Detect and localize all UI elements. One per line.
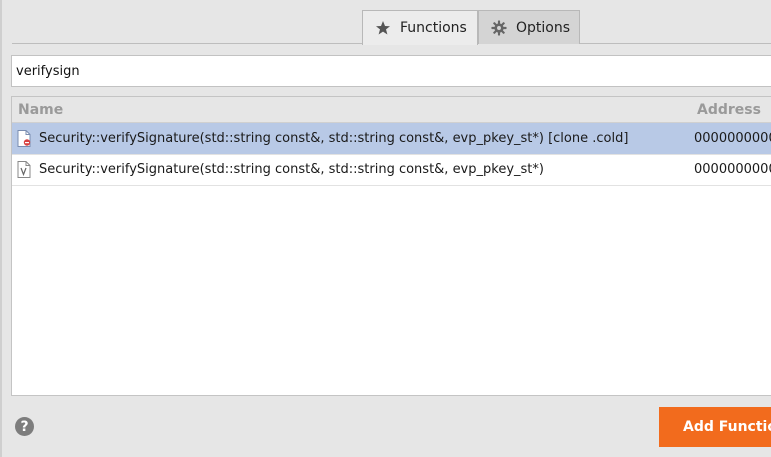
table-row[interactable]: Security::verifySignature(std::string co… xyxy=(12,154,771,186)
function-file-icon xyxy=(17,161,31,178)
function-address: 0000000000 xyxy=(694,131,771,146)
function-name: Security::verifySignature(std::string co… xyxy=(39,131,629,146)
window-left-border xyxy=(0,0,2,457)
function-name: Security::verifySignature(std::string co… xyxy=(39,162,544,177)
tab-options[interactable]: Options xyxy=(478,10,580,44)
column-header-name[interactable]: Name xyxy=(18,102,63,118)
function-address: 0000000000 xyxy=(694,162,771,177)
function-blocked-icon xyxy=(17,130,31,147)
list-header: Name Address xyxy=(12,97,771,123)
add-function-button[interactable]: Add Function xyxy=(659,407,771,447)
gear-icon xyxy=(491,19,507,36)
column-header-address[interactable]: Address xyxy=(697,102,761,118)
help-button[interactable]: ? xyxy=(15,417,34,436)
add-function-button-label: Add Function xyxy=(683,419,771,435)
function-list: Name Address Security::verifySignature(s… xyxy=(11,96,771,396)
table-row[interactable]: Security::verifySignature(std::string co… xyxy=(12,123,771,155)
tab-functions-label: Functions xyxy=(400,20,467,36)
star-icon xyxy=(375,20,391,36)
tab-options-label: Options xyxy=(516,19,571,36)
tab-functions[interactable]: Functions xyxy=(362,10,478,45)
search-input[interactable] xyxy=(11,55,771,87)
